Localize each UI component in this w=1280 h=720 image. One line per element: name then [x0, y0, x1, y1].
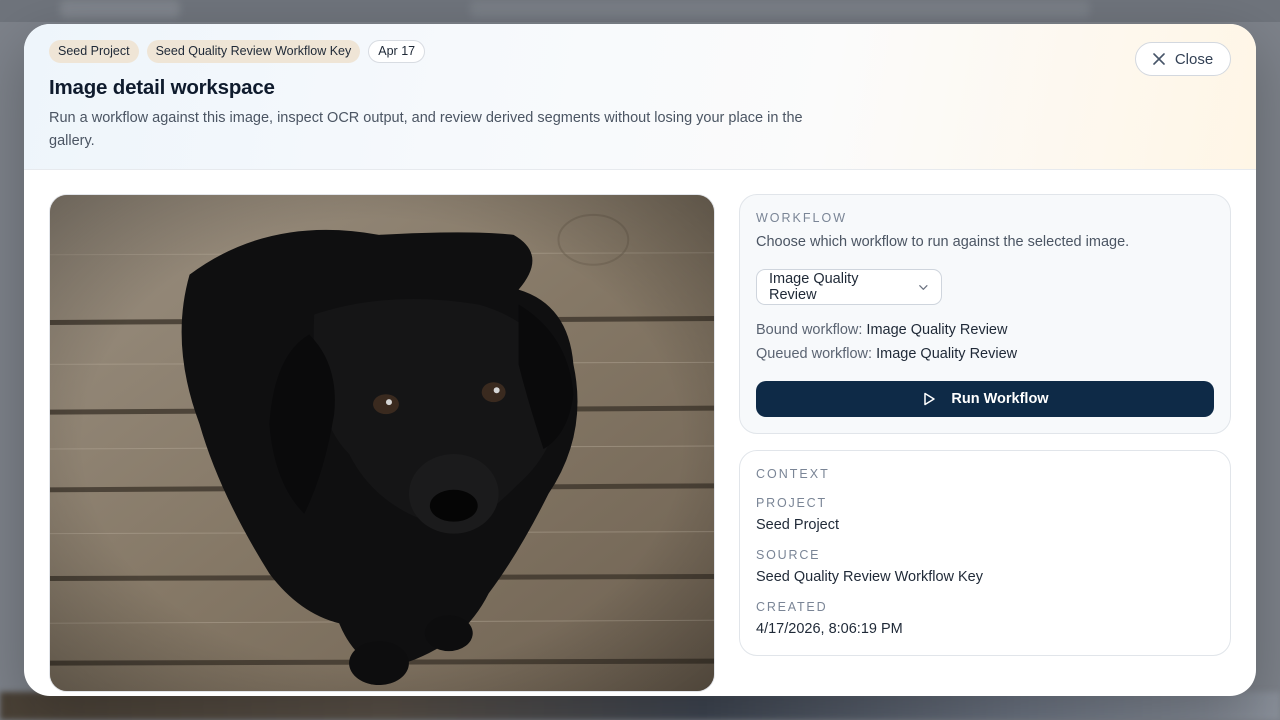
project-value: Seed Project	[756, 517, 840, 533]
page-title: Image detail workspace	[49, 76, 275, 99]
created-value: 4/17/2026, 8:06:19 PM	[756, 621, 903, 637]
bound-workflow-label: Bound workflow:	[756, 322, 863, 338]
context-section-label: CONTEXT	[756, 467, 830, 481]
modal-header: Seed Project Seed Quality Review Workflo…	[24, 24, 1256, 170]
chip-row: Seed Project Seed Quality Review Workflo…	[49, 40, 426, 63]
bound-workflow-row: Bound workflow: Image Quality Review	[756, 322, 1007, 338]
source-value: Seed Quality Review Workflow Key	[756, 569, 983, 585]
workflow-panel: WORKFLOW Choose which workflow to run ag…	[739, 194, 1231, 434]
project-label: PROJECT	[756, 496, 827, 510]
close-label: Close	[1174, 50, 1214, 68]
image-detail-modal: Seed Project Seed Quality Review Workflo…	[24, 24, 1256, 696]
run-workflow-label: Run Workflow	[951, 391, 1049, 407]
page-subtitle: Run a workflow against this image, inspe…	[49, 110, 803, 149]
background-bottom-strip	[0, 692, 1280, 720]
created-label: CREATED	[756, 600, 828, 614]
workflow-description: Choose which workflow to run against the…	[756, 234, 1130, 250]
source-label: SOURCE	[756, 548, 821, 562]
workflow-select[interactable]: Image Quality Review	[756, 269, 942, 305]
queued-workflow-value: Image Quality Review	[876, 346, 1018, 362]
queued-workflow-row: Queued workflow: Image Quality Review	[756, 346, 1017, 362]
close-button[interactable]: Close	[1135, 42, 1231, 76]
date-chip: Apr 17	[368, 40, 426, 63]
close-icon	[1153, 53, 1165, 65]
run-workflow-button[interactable]: Run Workflow	[756, 381, 1214, 417]
project-chip: Seed Project	[49, 40, 139, 63]
context-panel: CONTEXT PROJECT Seed Project SOURCE Seed…	[739, 450, 1231, 656]
chevron-down-icon	[919, 284, 928, 290]
image-preview	[49, 194, 715, 692]
background-blob	[60, 0, 180, 18]
workflow-section-label: WORKFLOW	[756, 211, 847, 225]
bound-workflow-value: Image Quality Review	[866, 322, 1008, 338]
queued-workflow-label: Queued workflow:	[756, 346, 873, 362]
puppy-image	[50, 195, 714, 691]
background-blob	[470, 0, 1090, 18]
play-icon	[924, 392, 936, 406]
source-chip: Seed Quality Review Workflow Key	[146, 40, 361, 63]
workflow-select-value: Image Quality Review	[769, 271, 859, 303]
